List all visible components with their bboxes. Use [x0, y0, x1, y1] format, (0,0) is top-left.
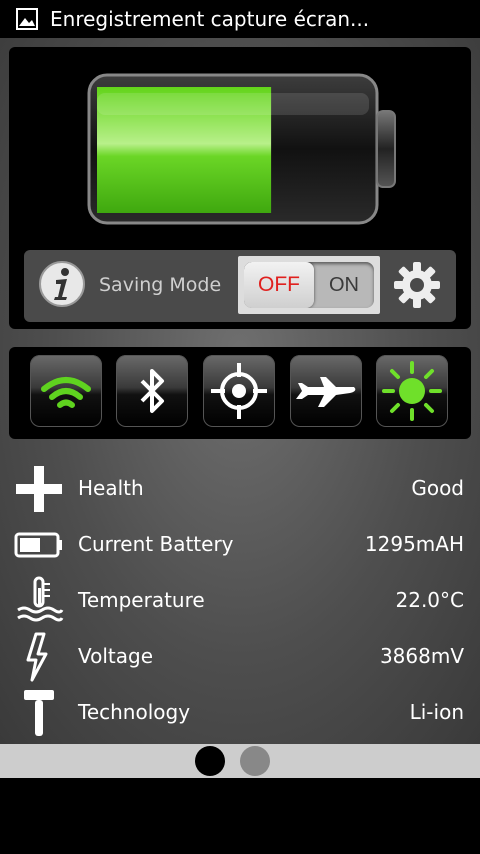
quick-toggles-panel	[9, 347, 471, 439]
gear-icon[interactable]	[392, 260, 442, 310]
technology-label: Technology	[78, 700, 191, 724]
toggle-track: OFF ON	[244, 262, 374, 308]
wifi-toggle-button[interactable]	[30, 355, 102, 427]
current-battery-value: 1295mAH	[364, 532, 464, 556]
saving-mode-toggle[interactable]: OFF ON	[238, 256, 380, 314]
lightning-icon	[26, 632, 48, 682]
voltage-label: Voltage	[78, 644, 154, 668]
toggle-off-label: OFF	[244, 262, 314, 308]
page-dot-1[interactable]	[195, 746, 225, 776]
temperature-label: Temperature	[78, 588, 205, 612]
technology-value: Li-ion	[409, 700, 464, 724]
bluetooth-icon	[140, 369, 164, 413]
airplane-icon	[296, 377, 356, 407]
info-row-voltage: Voltage 3868mV	[0, 628, 480, 684]
voltage-value: 3868mV	[379, 644, 464, 668]
hammer-icon	[24, 690, 54, 736]
current-battery-label: Current Battery	[78, 532, 234, 556]
gps-toggle-button[interactable]	[203, 355, 275, 427]
page-indicator	[0, 744, 480, 778]
temperature-value: 22.0°C	[395, 588, 465, 612]
app-content: Saving Mode OFF ON Health Good Current B…	[0, 38, 480, 744]
sun-icon	[382, 361, 442, 421]
airplane-mode-toggle-button[interactable]	[290, 355, 362, 427]
info-row-current-battery: Current Battery 1295mAH	[0, 516, 480, 572]
status-bar: Enregistrement capture écran...	[0, 0, 480, 38]
crosshair-icon	[211, 363, 267, 419]
brightness-toggle-button[interactable]	[376, 355, 448, 427]
toggle-on-label: ON	[329, 273, 359, 296]
health-label: Health	[78, 476, 144, 500]
info-icon[interactable]	[38, 260, 86, 308]
battery-icon	[14, 532, 62, 558]
plus-icon	[16, 466, 62, 512]
wifi-icon	[41, 377, 91, 408]
battery-panel: Saving Mode OFF ON	[9, 47, 471, 329]
info-row-temperature: Temperature 22.0°C	[0, 572, 480, 628]
saving-mode-bar: Saving Mode OFF ON	[24, 250, 456, 322]
info-row-technology: Technology Li-ion	[0, 684, 480, 740]
saving-mode-label: Saving Mode	[99, 274, 222, 296]
notification-title: Enregistrement capture écran...	[50, 7, 370, 31]
thermometer-icon	[17, 576, 64, 622]
health-value: Good	[411, 476, 464, 500]
battery-level-graphic	[87, 73, 396, 225]
info-row-health: Health Good	[0, 460, 480, 516]
image-icon	[16, 8, 38, 30]
page-dot-2[interactable]	[240, 746, 270, 776]
bluetooth-toggle-button[interactable]	[116, 355, 188, 427]
